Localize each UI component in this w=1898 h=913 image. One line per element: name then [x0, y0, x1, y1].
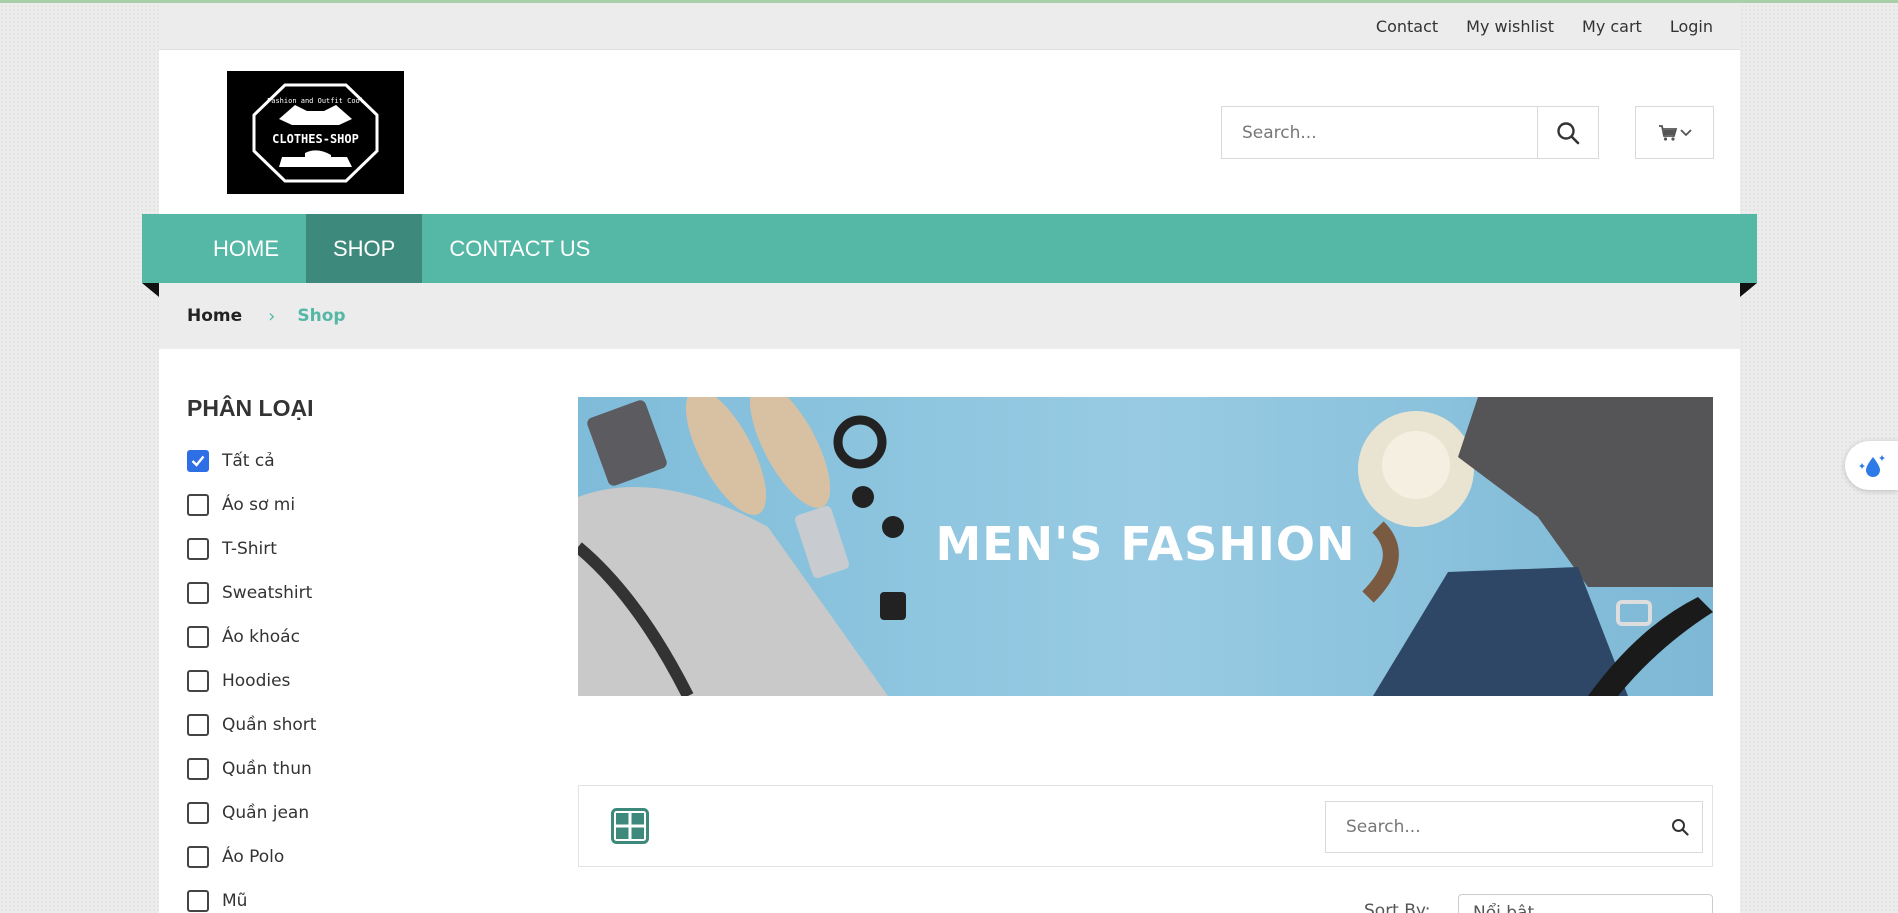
category-title: PHÂN LOẠI — [187, 395, 314, 421]
breadcrumb-current: Shop — [297, 306, 346, 326]
category-item[interactable]: T-Shirt — [187, 527, 316, 571]
category-item[interactable]: Áo Polo — [187, 835, 316, 879]
header-search — [1221, 106, 1599, 159]
category-item[interactable]: Áo sơ mi — [187, 483, 316, 527]
breadcrumb: Home › Shop — [159, 283, 1740, 349]
category-item-all[interactable]: Tất cả — [187, 439, 316, 483]
droplet-sparkle-icon — [1858, 454, 1885, 477]
category-label: Áo Polo — [222, 847, 285, 867]
category-item[interactable]: Mũ — [187, 879, 316, 913]
category-checkbox[interactable] — [187, 494, 209, 516]
category-label: T-Shirt — [222, 539, 277, 559]
category-label: Hoodies — [222, 671, 291, 691]
category-label: Quần short — [222, 715, 317, 735]
site-logo[interactable]: Fashion and Outfit Cool CLOTHES-SHOP — [227, 71, 404, 194]
sort-label: Sort By: — [1364, 901, 1431, 913]
nav-contact-us[interactable]: CONTACT US — [422, 214, 617, 283]
category-list: Tất cả Áo sơ mi T-Shirt Sweatshirt Áo kh… — [187, 439, 316, 913]
product-search-input[interactable] — [1326, 802, 1658, 852]
category-checkbox[interactable] — [187, 582, 209, 604]
category-item[interactable]: Áo khoác — [187, 615, 316, 659]
page-container: Contact My wishlist My cart Login Fashio… — [142, 3, 1757, 913]
search-icon — [1672, 819, 1689, 836]
category-item[interactable]: Quần short — [187, 703, 316, 747]
logo-text: CLOTHES-SHOP — [272, 132, 359, 146]
chevron-down-icon — [1679, 128, 1692, 136]
category-checkbox[interactable] — [187, 846, 209, 868]
category-item[interactable]: Quần jean — [187, 791, 316, 835]
top-links: Contact My wishlist My cart Login — [1376, 17, 1713, 36]
category-checkbox[interactable] — [187, 802, 209, 824]
check-icon — [191, 455, 205, 467]
search-icon — [1557, 121, 1580, 144]
chevron-right-icon: › — [268, 305, 276, 327]
banner-title: MEN'S FASHION — [935, 517, 1356, 571]
category-item[interactable]: Sweatshirt — [187, 571, 316, 615]
category-checkbox[interactable] — [187, 890, 209, 912]
product-toolbar — [578, 785, 1713, 867]
product-search — [1325, 801, 1703, 853]
login-link[interactable]: Login — [1670, 17, 1713, 36]
header-search-input[interactable] — [1222, 107, 1537, 158]
floating-extension-button[interactable] — [1845, 441, 1898, 490]
nav-shop[interactable]: SHOP — [306, 214, 423, 283]
category-label: Áo khoác — [222, 627, 300, 647]
cart-icon — [1658, 124, 1677, 141]
category-item[interactable]: Hoodies — [187, 659, 316, 703]
product-search-button[interactable] — [1658, 802, 1702, 852]
category-label: Áo sơ mi — [222, 495, 296, 515]
logo-tagline: Fashion and Outfit Cool — [267, 97, 364, 105]
cart-link[interactable]: My cart — [1582, 17, 1642, 36]
mens-fashion-banner: MEN'S FASHION — [578, 397, 1713, 696]
header-search-button[interactable] — [1537, 107, 1598, 158]
category-checkbox[interactable] — [187, 670, 209, 692]
nav-home[interactable]: HOME — [186, 214, 306, 283]
category-label: Quần thun — [222, 759, 312, 779]
category-checkbox[interactable] — [187, 450, 209, 472]
category-checkbox[interactable] — [187, 538, 209, 560]
main-nav: HOME SHOP CONTACT US — [142, 214, 1757, 297]
category-label: Quần jean — [222, 803, 310, 823]
sort-select[interactable]: Nổi bật — [1458, 894, 1713, 913]
breadcrumb-home[interactable]: Home — [187, 306, 242, 326]
top-bar: Contact My wishlist My cart Login — [159, 3, 1740, 50]
grid-view-icon[interactable] — [611, 808, 649, 844]
category-checkbox[interactable] — [187, 626, 209, 648]
category-label: Tất cả — [222, 451, 275, 471]
category-item[interactable]: Quần thun — [187, 747, 316, 791]
contact-link[interactable]: Contact — [1376, 17, 1438, 36]
cart-dropdown-button[interactable] — [1635, 106, 1714, 159]
category-checkbox[interactable] — [187, 714, 209, 736]
wishlist-link[interactable]: My wishlist — [1466, 17, 1554, 36]
category-label: Sweatshirt — [222, 583, 313, 603]
category-label: Mũ — [222, 891, 248, 911]
nav-fold-right — [1740, 283, 1757, 297]
category-checkbox[interactable] — [187, 758, 209, 780]
nav-fold-left — [142, 283, 159, 297]
